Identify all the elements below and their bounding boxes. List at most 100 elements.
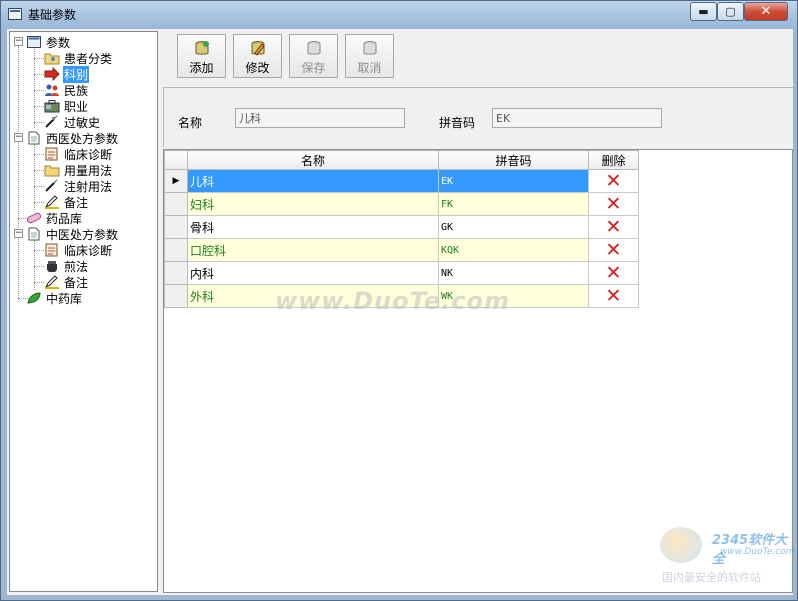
cell-pinyin[interactable]: EK: [438, 169, 589, 193]
cell-name[interactable]: 骨科: [187, 215, 439, 239]
pinyin-label: 拼音码: [439, 116, 476, 130]
edit-form: 名称 拼音码: [163, 87, 793, 147]
tree-node-western-rx[interactable]: 西医处方参数: [26, 130, 119, 146]
cell-pinyin[interactable]: WK: [438, 284, 589, 308]
row-header[interactable]: [164, 192, 188, 216]
cell-pinyin[interactable]: FK: [438, 192, 589, 216]
client-area: − 参数 患者分类 科别 民族 职业 过敏史 − 西医处方参数 临床诊断 用量用…: [7, 29, 793, 595]
cell-name[interactable]: 外科: [187, 284, 439, 308]
edit-button[interactable]: 修改: [233, 34, 282, 78]
tree-item-label: 注射用法: [64, 179, 113, 194]
tree-item-notes-tcm[interactable]: 备注: [44, 274, 89, 290]
table-row[interactable]: ▶ 儿科 EK ✕: [164, 169, 639, 193]
cancel-button[interactable]: 取消: [345, 34, 394, 78]
delete-row-button[interactable]: ✕: [588, 261, 639, 285]
tree-item-label: 职业: [64, 99, 89, 114]
data-table: 名称 拼音码 删除 ▶ 儿科 EK ✕ 妇科 FK ✕ 骨科 GK ✕ 口腔科 …: [164, 150, 639, 308]
tree-item-ethnicity[interactable]: 民族: [44, 82, 89, 98]
tree-item-allergy[interactable]: 过敏史: [44, 114, 101, 130]
tree-node-chinese-rx[interactable]: 中医处方参数: [26, 226, 119, 242]
tree-node-label: 中药库: [46, 291, 83, 306]
column-header-delete[interactable]: 删除: [588, 150, 639, 170]
window-icon: [8, 8, 22, 20]
delete-row-button[interactable]: ✕: [588, 238, 639, 262]
title-bar[interactable]: 基础参数 ▬ ▢ ✕: [1, 1, 797, 28]
cell-name[interactable]: 口腔科: [187, 238, 439, 262]
clipboard-icon: [44, 243, 60, 257]
pencil-icon: [44, 195, 60, 209]
delete-x-icon: ✕: [605, 285, 622, 307]
tree-item-patient-category[interactable]: 患者分类: [44, 50, 113, 66]
briefcase-icon: [44, 99, 60, 113]
delete-row-button[interactable]: ✕: [588, 215, 639, 239]
delete-x-icon: ✕: [605, 216, 622, 238]
tree-item-decoction[interactable]: 煎法: [44, 258, 89, 274]
delete-row-button[interactable]: ✕: [588, 192, 639, 216]
tree-node-herb-library[interactable]: 中药库: [26, 290, 83, 306]
delete-x-icon: ✕: [605, 239, 622, 261]
window-icon: [26, 35, 42, 49]
tree-item-dosage[interactable]: 用量用法: [44, 162, 113, 178]
delete-row-button[interactable]: ✕: [588, 284, 639, 308]
pinyin-field[interactable]: [492, 108, 662, 128]
document-icon: [26, 131, 42, 145]
column-header-name[interactable]: 名称: [187, 150, 439, 170]
tree-item-notes-western[interactable]: 备注: [44, 194, 89, 210]
tree-item-diagnosis[interactable]: 临床诊断: [44, 146, 113, 162]
minimize-button[interactable]: ▬: [690, 2, 717, 21]
cell-pinyin[interactable]: KQK: [438, 238, 589, 262]
tree-item-label: 过敏史: [64, 115, 101, 130]
cell-name[interactable]: 儿科: [187, 169, 439, 193]
delete-x-icon: ✕: [605, 262, 622, 284]
column-header-pinyin[interactable]: 拼音码: [438, 150, 589, 170]
save-button-label: 保存: [301, 61, 326, 75]
navigation-tree[interactable]: − 参数 患者分类 科别 民族 职业 过敏史 − 西医处方参数 临床诊断 用量用…: [9, 31, 158, 592]
tree-item-label: 临床诊断: [64, 243, 113, 258]
tree-item-label: 临床诊断: [64, 147, 113, 162]
save-button[interactable]: 保存: [289, 34, 338, 78]
tree-item-injection[interactable]: 注射用法: [44, 178, 113, 194]
add-record-icon: [195, 41, 209, 55]
pencil-icon: [44, 275, 60, 289]
table-row[interactable]: 骨科 GK ✕: [164, 215, 639, 239]
tree-node-params[interactable]: 参数: [26, 34, 71, 50]
edit-button-label: 修改: [245, 61, 270, 75]
tree-item-department[interactable]: 科别: [44, 65, 90, 83]
row-indicator[interactable]: ▶: [164, 169, 188, 193]
department-grid[interactable]: 名称 拼音码 删除 ▶ 儿科 EK ✕ 妇科 FK ✕ 骨科 GK ✕ 口腔科 …: [163, 149, 793, 593]
tree-expander-params[interactable]: −: [14, 37, 23, 46]
leaf-icon: [26, 291, 42, 305]
app-window: 基础参数 ▬ ▢ ✕ − 参数 患者分类 科别 民族 职业 过敏史 − 西医处方…: [0, 0, 798, 601]
tree-item-occupation[interactable]: 职业: [44, 98, 89, 114]
close-button[interactable]: ✕: [744, 2, 788, 21]
row-header[interactable]: [164, 261, 188, 285]
tree-node-label: 中医处方参数: [46, 227, 119, 242]
row-header[interactable]: [164, 215, 188, 239]
tree-expander-chinese[interactable]: −: [14, 229, 23, 238]
tree-node-drug-library[interactable]: 药品库: [26, 210, 83, 226]
table-row[interactable]: 妇科 FK ✕: [164, 192, 639, 216]
table-row[interactable]: 内科 NK ✕: [164, 261, 639, 285]
add-button[interactable]: 添加: [177, 34, 226, 78]
save-record-icon: [307, 41, 320, 55]
table-row[interactable]: 口腔科 KQK ✕: [164, 238, 639, 262]
tree-item-diagnosis-tcm[interactable]: 临床诊断: [44, 242, 113, 258]
tree-expander-western[interactable]: −: [14, 133, 23, 142]
cell-name[interactable]: 妇科: [187, 192, 439, 216]
document-icon: [26, 227, 42, 241]
maximize-button[interactable]: ▢: [717, 2, 744, 21]
cell-name[interactable]: 内科: [187, 261, 439, 285]
cell-pinyin[interactable]: GK: [438, 215, 589, 239]
row-header[interactable]: [164, 238, 188, 262]
folder-person-icon: [44, 51, 60, 65]
row-header[interactable]: [164, 284, 188, 308]
name-field[interactable]: [235, 108, 405, 128]
folder-icon: [44, 163, 60, 177]
delete-row-button[interactable]: ✕: [588, 169, 639, 193]
table-row[interactable]: 外科 WK ✕: [164, 284, 639, 308]
header-row: 名称 拼音码 删除: [164, 150, 639, 170]
cell-pinyin[interactable]: NK: [438, 261, 589, 285]
pill-icon: [26, 211, 42, 225]
tree-item-label: 患者分类: [64, 51, 113, 66]
delete-x-icon: ✕: [605, 170, 622, 192]
